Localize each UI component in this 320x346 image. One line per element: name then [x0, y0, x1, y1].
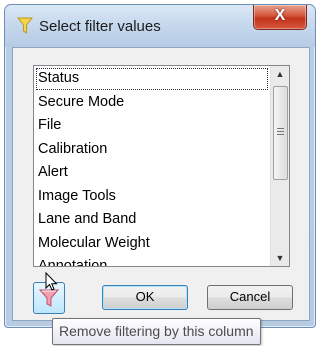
mouse-pointer-icon [45, 272, 58, 291]
list-item[interactable]: Annotation [34, 255, 270, 266]
scroll-up-icon[interactable]: ▲ [271, 66, 289, 82]
scroll-thumb[interactable] [273, 86, 288, 180]
filter-values-list[interactable]: Status Secure Mode File Calibration Alert Ima… [33, 65, 290, 267]
list-item[interactable]: Status [35, 67, 269, 91]
list-item[interactable]: Calibration [34, 138, 270, 162]
cancel-button[interactable]: Cancel [207, 285, 293, 310]
list-item[interactable]: File [34, 114, 270, 138]
close-icon: X [274, 7, 286, 24]
ok-button[interactable]: OK [102, 285, 188, 310]
tooltip: Remove filtering by this column [52, 318, 261, 345]
list-items: Status Secure Mode File Calibration Alert Ima… [34, 66, 270, 266]
grip-icon [277, 128, 284, 129]
list-item[interactable]: Image Tools [34, 185, 270, 209]
scroll-down-icon[interactable]: ▼ [271, 250, 289, 266]
title-bar[interactable]: Select filter values X [5, 5, 315, 47]
list-item[interactable]: Alert [34, 161, 270, 185]
close-button[interactable]: X [253, 5, 307, 30]
list-item[interactable]: Molecular Weight [34, 232, 270, 256]
dialog-title: Select filter values [39, 18, 161, 35]
filter-funnel-icon [17, 17, 33, 34]
vertical-scrollbar[interactable]: ▲ ▼ [270, 66, 289, 266]
list-item[interactable]: Secure Mode [34, 91, 270, 115]
list-item[interactable]: Lane and Band [34, 208, 270, 232]
